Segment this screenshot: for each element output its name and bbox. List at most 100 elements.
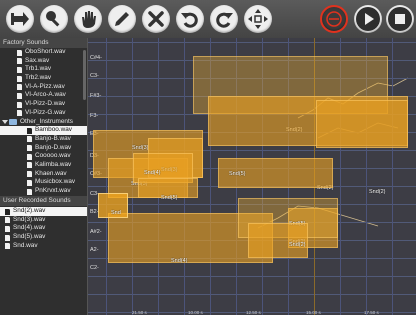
- file-icon: [17, 49, 22, 56]
- play-button[interactable]: [354, 5, 382, 33]
- sound-list-item[interactable]: Trb1.wav: [0, 65, 87, 74]
- pitch-label: C2-: [90, 265, 99, 271]
- sound-list-item[interactable]: Snd(5).wav: [0, 233, 87, 242]
- sound-file-name: PnKrvxt.wav: [35, 187, 71, 194]
- time-label: 21.50 s: [132, 310, 147, 315]
- sound-list-item[interactable]: Kalimba.wav: [0, 161, 87, 170]
- pencil-icon: [115, 12, 129, 26]
- sound-list-item[interactable]: VI-A-Pizz.wav: [0, 83, 87, 92]
- undo-icon: [181, 12, 198, 28]
- file-icon: [5, 208, 10, 215]
- toolbar: [0, 0, 416, 39]
- sound-clip[interactable]: Snd(2): [248, 223, 308, 258]
- sound-list-item[interactable]: Sax.wav: [0, 57, 87, 66]
- sound-file-name: OboShort.wav: [25, 48, 66, 55]
- sound-list-item[interactable]: Snd(4).wav: [0, 224, 87, 233]
- stop-icon: [388, 7, 412, 31]
- file-icon: [27, 153, 32, 160]
- sound-list-item[interactable]: Snd(3).wav: [0, 216, 87, 225]
- play-icon: [356, 7, 380, 31]
- clip-label: Snd(2): [289, 242, 306, 248]
- redo-icon: [216, 12, 233, 28]
- sound-list-item[interactable]: VI-Pizz-G.wav: [0, 109, 87, 118]
- sound-clip[interactable]: Snd: [98, 193, 128, 218]
- sound-list-item[interactable]: VI-Pizz-D.wav: [0, 100, 87, 109]
- sound-file-name: Snd.wav: [13, 241, 38, 249]
- move-icon: [248, 9, 268, 29]
- file-icon: [17, 110, 22, 117]
- sound-clip[interactable]: Snd(5): [138, 178, 198, 201]
- file-icon: [27, 188, 32, 195]
- file-icon: [5, 217, 10, 224]
- sound-file-name: VI-Arco-A.wav: [25, 91, 66, 99]
- clip-label: Snd(4): [171, 258, 188, 264]
- sound-list-item[interactable]: Musicbox.wav: [0, 178, 87, 187]
- file-icon: [17, 66, 22, 73]
- factory-scrollbar[interactable]: [83, 50, 86, 100]
- clip-label: Snd(5): [229, 171, 246, 177]
- record-button[interactable]: [320, 5, 348, 33]
- pencil-tool-button[interactable]: [108, 5, 136, 33]
- disclosure-arrow-icon[interactable]: [2, 119, 8, 124]
- sound-file-name: Banjo-D.wav: [35, 143, 72, 151]
- sound-file-name: Musicbox.wav: [35, 178, 76, 186]
- pitch-label: C3-: [90, 73, 99, 79]
- file-icon: [27, 145, 32, 152]
- hand-tool-button[interactable]: [74, 5, 102, 33]
- sound-file-name: Cooooo.wav: [35, 152, 71, 160]
- file-icon: [5, 243, 10, 250]
- sound-list-item[interactable]: Snd(2).wav: [0, 207, 87, 216]
- time-label: 10.00 s: [188, 310, 203, 315]
- sound-file-name: Banjo-B.wav: [35, 134, 71, 142]
- sound-list-item[interactable]: Bamboo.wav: [0, 126, 87, 135]
- move-button[interactable]: [244, 5, 272, 33]
- sound-clip[interactable]: Snd(2): [316, 100, 408, 191]
- sound-file-name: VI-Pizz-G.wav: [25, 108, 66, 116]
- clip-label: Snd: [111, 210, 121, 216]
- sound-list-item[interactable]: Banjo-D.wav: [0, 144, 87, 153]
- time-label: 12.50 s: [246, 310, 261, 315]
- folder-other-instruments[interactable]: Other_Instruments: [0, 118, 87, 127]
- file-icon: [17, 84, 22, 91]
- sound-clip[interactable]: Snd(5): [218, 158, 333, 188]
- file-icon: [27, 171, 32, 178]
- clip-label: Snd(2): [369, 189, 386, 195]
- sound-list-item[interactable]: Banjo-B.wav: [0, 135, 87, 144]
- file-icon: [17, 101, 22, 108]
- clip-label: Snd(3): [132, 145, 149, 151]
- sound-list-item[interactable]: VI-Arco-A.wav: [0, 91, 87, 100]
- sound-list-item[interactable]: Khaen.wav: [0, 170, 87, 179]
- delete-button[interactable]: [142, 5, 170, 33]
- time-label: 17.50 s: [364, 310, 379, 315]
- effects-button[interactable]: [40, 5, 68, 33]
- sound-file-name: Snd(4).wav: [13, 224, 46, 232]
- sound-file-name: Kalimba.wav: [35, 160, 72, 168]
- user-sounds-list: Snd(2).wav Snd(3).wav Snd(4).wav Snd(5).wav…: [0, 207, 87, 250]
- sound-file-name: Khaen.wav: [35, 169, 67, 177]
- file-icon: [17, 58, 22, 65]
- sound-grid[interactable]: C#4-C3-F#3-F3-E3-D3-C#3-C3-B2-A#2-A2-C2-…: [88, 38, 416, 315]
- pitch-label: C#4-: [90, 55, 102, 61]
- sound-file-name: Trb1.wav: [25, 65, 52, 73]
- hand-icon: [82, 11, 96, 28]
- import-icon: [11, 12, 29, 26]
- factory-sounds-header: Factory Sounds: [0, 38, 87, 48]
- file-icon: [27, 162, 32, 169]
- effects-icon: [46, 11, 60, 27]
- sound-list-item[interactable]: Cooooo.wav: [0, 152, 87, 161]
- stop-button[interactable]: [386, 5, 414, 33]
- pitch-label: F3-: [90, 113, 99, 119]
- import-button[interactable]: [6, 5, 34, 33]
- sound-file-name: Snd(2).wav: [13, 207, 46, 214]
- sound-list-item[interactable]: Trb2.wav: [0, 74, 87, 83]
- sound-list-item[interactable]: Snd.wav: [0, 242, 87, 251]
- time-label: 15.00 s: [306, 310, 321, 315]
- undo-button[interactable]: [176, 5, 204, 33]
- record-icon: [326, 11, 342, 27]
- redo-button[interactable]: [210, 5, 238, 33]
- grid-line: [392, 38, 393, 315]
- sound-list-item[interactable]: OboShort.wav: [0, 48, 87, 57]
- folder-icon: [9, 119, 17, 125]
- file-icon: [5, 225, 10, 232]
- sound-list-item[interactable]: PnKrvxt.wav: [0, 187, 87, 196]
